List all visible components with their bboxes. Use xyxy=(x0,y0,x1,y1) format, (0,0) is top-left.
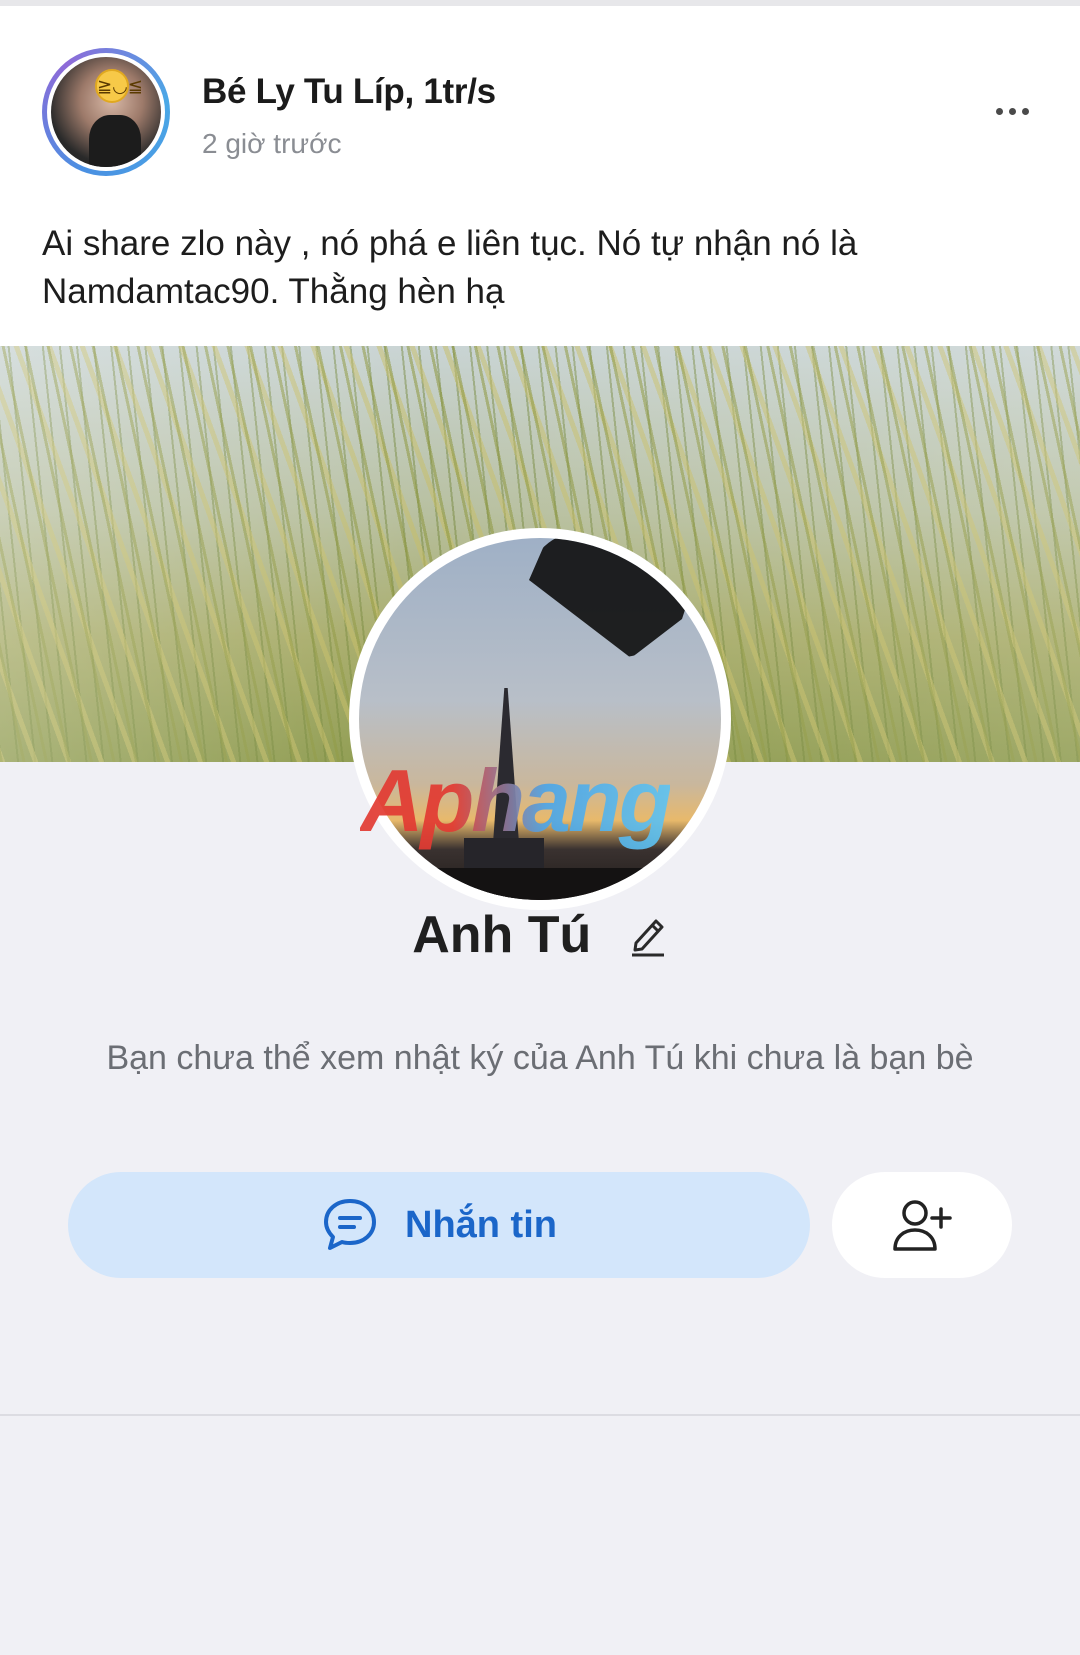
pencil-icon[interactable] xyxy=(628,913,668,957)
divider xyxy=(0,1414,1080,1416)
more-dots-icon[interactable] xyxy=(982,96,1042,126)
message-button[interactable]: Nhắn tin xyxy=(68,1172,810,1278)
friend-only-notice: Bạn chưa thể xem nhật ký của Anh Tú khi … xyxy=(106,1039,974,1077)
chat-bubble-icon xyxy=(324,1199,376,1250)
shared-screenshot: Aphang Anh Tú Bạn chưa thể xem nhật ký c… xyxy=(0,346,1080,1655)
profile-name: Anh Tú xyxy=(412,906,592,965)
watermark: Aphang xyxy=(360,751,673,850)
post-header: ≧◡≦ Bé Ly Tu Líp, 1tr/s 2 giờ trước Ai s… xyxy=(0,6,1080,346)
laughing-emoji-icon: ≧◡≦ xyxy=(95,69,143,103)
post-text: Ai share zlo này , nó phá e liên tục. Nó… xyxy=(42,224,858,311)
author-avatar[interactable]: ≧◡≦ xyxy=(42,48,170,176)
post-timestamp: 2 giờ trước xyxy=(202,128,342,159)
add-friend-icon xyxy=(893,1200,952,1251)
profile-name-row: Anh Tú xyxy=(0,902,1080,965)
add-friend-button[interactable] xyxy=(832,1172,1012,1278)
profile-avatar[interactable] xyxy=(349,528,731,910)
message-button-label: Nhắn tin xyxy=(405,1203,557,1246)
author-name[interactable]: Bé Ly Tu Líp, 1tr/s xyxy=(202,72,496,112)
